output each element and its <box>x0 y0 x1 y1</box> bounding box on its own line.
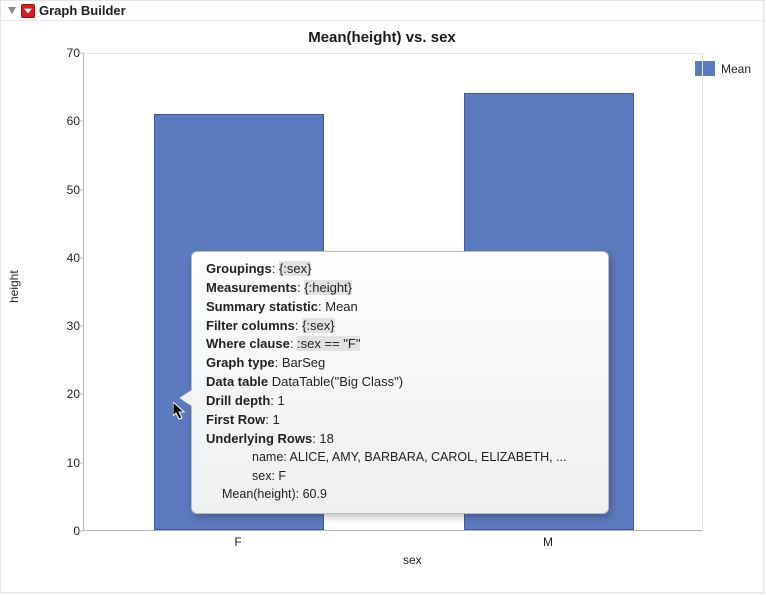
y-tick-label: 10 <box>40 456 80 470</box>
tt-name-row: name: ALICE, AMY, BARBARA, CAROL, ELIZAB… <box>206 448 596 466</box>
panel-header: Graph Builder <box>1 1 763 21</box>
y-tick-label: 50 <box>40 183 80 197</box>
tt-where-value: :sex == "F" <box>297 336 360 351</box>
tt-firstrow-value: 1 <box>272 412 279 427</box>
tt-drilldepth-value: 1 <box>278 393 285 408</box>
tt-datatable-label: Data table <box>206 374 268 389</box>
y-tick-label: 30 <box>40 319 80 333</box>
tt-underlying-label: Underlying Rows <box>206 431 312 446</box>
y-tick-label: 0 <box>40 524 80 538</box>
tt-firstrow-label: First Row <box>206 412 265 427</box>
legend-label: Mean <box>721 62 751 76</box>
tt-measurements-value: {:height} <box>304 280 352 295</box>
tt-drilldepth-label: Drill depth <box>206 393 270 408</box>
x-tick-label: M <box>543 535 553 549</box>
disclosure-triangle-icon[interactable] <box>7 6 17 16</box>
y-axis-label: height <box>7 270 21 303</box>
y-tick-label: 70 <box>40 46 80 60</box>
tt-underlying-value: 18 <box>319 431 333 446</box>
tt-graphtype-label: Graph type <box>206 355 275 370</box>
y-tick-label: 20 <box>40 387 80 401</box>
x-axis-label: sex <box>403 553 422 567</box>
y-tick-label: 40 <box>40 251 80 265</box>
hover-tooltip: Groupings: {:sex} Measurements: {:height… <box>191 251 609 514</box>
tt-summarystat-value: Mean <box>325 299 358 314</box>
tooltip-pointer-icon <box>180 390 192 406</box>
tt-groupings-label: Groupings <box>206 261 272 276</box>
y-tick-label: 60 <box>40 114 80 128</box>
tt-summarystat-label: Summary statistic <box>206 299 318 314</box>
tt-filtercols-value: {:sex} <box>302 318 335 333</box>
panel-menu-button[interactable] <box>21 4 35 18</box>
graph-builder-panel: Graph Builder Mean(height) vs. sex Mean … <box>0 0 764 593</box>
x-tick-label: F <box>234 535 241 549</box>
tt-groupings-value: {:sex} <box>279 261 312 276</box>
tt-measurements-label: Measurements <box>206 280 297 295</box>
tt-mean-row: Mean(height): 60.9 <box>206 485 596 503</box>
tt-sex-row: sex: F <box>206 467 596 485</box>
chart-title: Mean(height) vs. sex <box>1 23 763 48</box>
tt-graphtype-value: BarSeg <box>282 355 325 370</box>
panel-title: Graph Builder <box>39 3 126 18</box>
tt-datatable-value: DataTable("Big Class") <box>272 374 403 389</box>
tt-filtercols-label: Filter columns <box>206 318 295 333</box>
tt-where-label: Where clause <box>206 336 290 351</box>
